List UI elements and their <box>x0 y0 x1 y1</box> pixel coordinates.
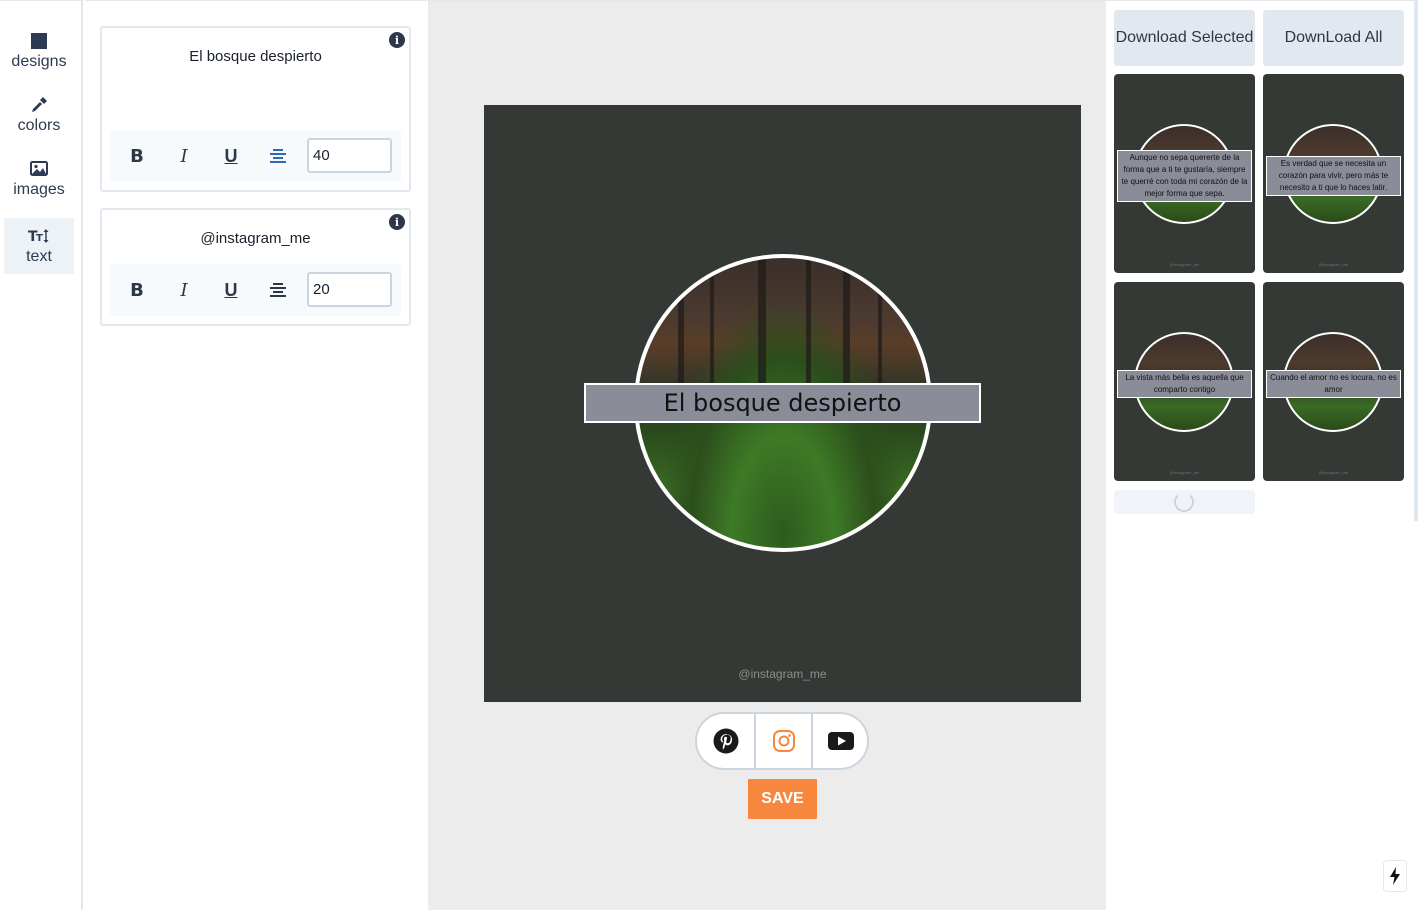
design-thumbnail[interactable]: La vista más bella es aquella que compar… <box>1114 282 1255 481</box>
font-size-input[interactable] <box>307 138 392 173</box>
nav-colors[interactable]: colors <box>4 87 74 143</box>
thumbnail-text: Cuando el amor no es locura, no es amor <box>1266 370 1401 398</box>
nav-images-label: images <box>13 181 65 198</box>
canvas-handle-text[interactable]: @instagram_me <box>484 667 1081 681</box>
scrollbar[interactable] <box>1414 1 1418 521</box>
download-selected-button[interactable]: Download Selected <box>1114 10 1255 66</box>
youtube-icon <box>827 732 854 750</box>
thumbnail-handle: @instagram_me <box>1169 470 1200 475</box>
text-height-icon: TT <box>28 226 50 246</box>
thumbnail-text: Es verdad que se necesita un corazón par… <box>1266 156 1401 196</box>
pinterest-icon <box>713 728 738 754</box>
info-icon[interactable]: i <box>389 32 405 48</box>
text-card-title: i El bosque despierto B I U <box>100 26 411 192</box>
align-center-button[interactable] <box>264 142 292 170</box>
italic-button[interactable]: I <box>170 276 198 304</box>
spinner-icon <box>1174 492 1194 512</box>
lightning-icon <box>1390 867 1400 885</box>
bold-button[interactable]: B <box>123 142 151 170</box>
design-thumbnail[interactable]: Aunque no sepa quererte de la forma que … <box>1114 74 1255 273</box>
thumbnail-handle: @instagram_me <box>1318 470 1349 475</box>
image-icon <box>30 159 48 179</box>
square-icon <box>31 31 47 51</box>
design-canvas[interactable]: El bosque despierto @instagram_me <box>484 105 1081 702</box>
eyedropper-icon <box>30 95 48 115</box>
nav-designs-label: designs <box>11 53 67 70</box>
text-panel: i El bosque despierto B I U i @instagram… <box>85 0 427 910</box>
thumbnail-text: La vista más bella es aquella que compar… <box>1117 370 1252 398</box>
format-toolbar: B I U <box>110 264 401 316</box>
underline-button[interactable]: U <box>217 276 245 304</box>
instagram-icon <box>772 730 795 752</box>
align-center-icon <box>270 283 286 297</box>
loading-placeholder <box>1114 490 1255 514</box>
thumbnail-handle: @instagram_me <box>1318 262 1349 267</box>
align-center-button[interactable] <box>264 276 292 304</box>
youtube-button[interactable] <box>811 714 868 768</box>
nav-text[interactable]: TT text <box>4 218 74 274</box>
text-card-handle: i @instagram_me B I U <box>100 208 411 326</box>
nav-text-label: text <box>26 248 52 265</box>
title-banner[interactable]: El bosque despierto <box>584 383 981 423</box>
bolt-button[interactable] <box>1383 860 1407 892</box>
nav-images[interactable]: images <box>4 151 74 207</box>
underline-button[interactable]: U <box>217 142 245 170</box>
thumbnail-handle: @instagram_me <box>1169 262 1200 267</box>
pinterest-button[interactable] <box>697 714 754 768</box>
bold-button[interactable]: B <box>123 276 151 304</box>
format-toolbar: B I U <box>110 130 401 182</box>
text-card-label[interactable]: El bosque despierto <box>102 48 409 65</box>
italic-button[interactable]: I <box>170 142 198 170</box>
font-size-input[interactable] <box>307 272 392 307</box>
svg-text:T: T <box>36 233 43 244</box>
thumbnail-text: Aunque no sepa quererte de la forma que … <box>1117 150 1252 202</box>
canvas-area: El bosque despierto @instagram_me SAVE <box>428 0 1106 910</box>
text-card-label[interactable]: @instagram_me <box>102 230 409 247</box>
design-thumbnail[interactable]: Cuando el amor no es locura, no es amor … <box>1263 282 1404 481</box>
design-thumbnail[interactable]: Es verdad que se necesita un corazón par… <box>1263 74 1404 273</box>
social-share-group <box>695 712 869 770</box>
thumbnail-panel: Download Selected DownLoad All Aunque no… <box>1106 0 1418 910</box>
save-button[interactable]: SAVE <box>748 779 817 819</box>
download-all-button[interactable]: DownLoad All <box>1263 10 1404 66</box>
instagram-button[interactable] <box>754 714 811 768</box>
nav-colors-label: colors <box>17 117 61 134</box>
left-nav: designs colors images TT text <box>0 0 83 910</box>
info-icon[interactable]: i <box>389 214 405 230</box>
nav-designs[interactable]: designs <box>4 23 74 79</box>
align-center-icon <box>270 149 286 163</box>
